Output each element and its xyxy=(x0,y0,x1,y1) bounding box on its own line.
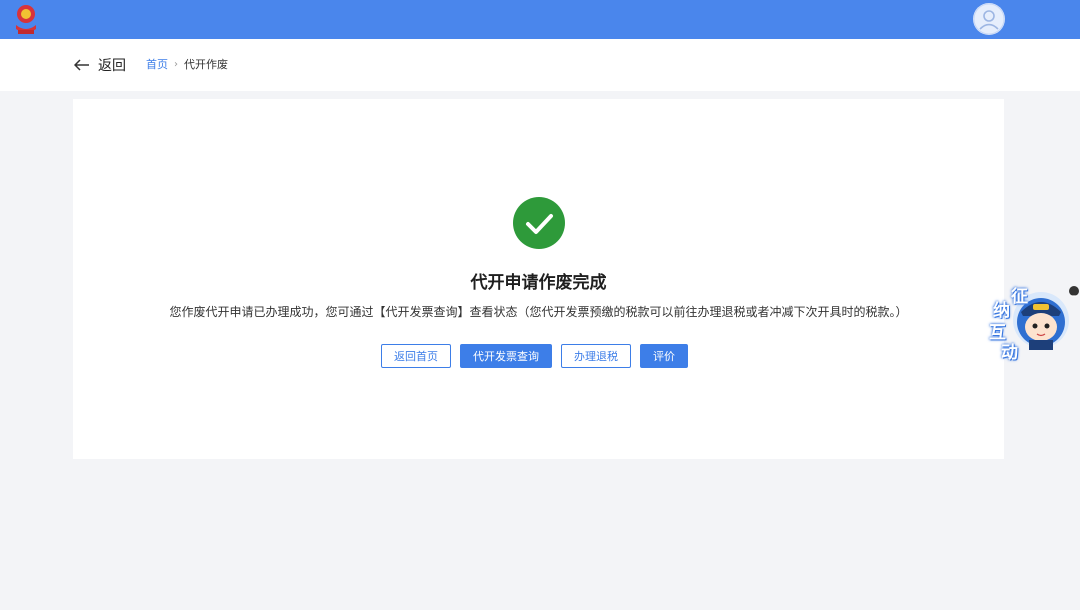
arrow-left-icon xyxy=(73,56,90,75)
top-header-bar xyxy=(0,0,1080,39)
result-actions: 返回首页 代开发票查询 办理退税 评价 xyxy=(381,344,688,368)
invoice-query-button[interactable]: 代开发票查询 xyxy=(460,344,552,368)
sub-navigation-bar: 返回 首页 › 代开作废 xyxy=(0,39,1080,91)
breadcrumb: 首页 › 代开作废 xyxy=(146,56,228,72)
back-home-button[interactable]: 返回首页 xyxy=(381,344,451,368)
breadcrumb-home-link[interactable]: 首页 xyxy=(146,56,168,72)
result-card: 代开申请作废完成 您作废代开申请已办理成功，您可通过【代开发票查询】查看状态（您… xyxy=(73,99,1004,459)
rate-button[interactable]: 评价 xyxy=(640,344,688,368)
back-label: 返回 xyxy=(98,58,126,74)
success-check-icon xyxy=(513,197,565,249)
widget-char-1: 征 xyxy=(1011,287,1028,307)
back-button[interactable]: 返回 xyxy=(73,54,126,76)
result-title: 代开申请作废完成 xyxy=(470,273,607,293)
chevron-right-icon: › xyxy=(174,58,178,70)
breadcrumb-current: 代开作废 xyxy=(184,58,228,71)
minimize-widget-button[interactable] xyxy=(1069,286,1079,297)
interactive-assistant-widget[interactable]: 征 纳 互 动 xyxy=(983,280,1075,363)
widget-char-4: 动 xyxy=(1001,343,1018,363)
tax-refund-button[interactable]: 办理退税 xyxy=(561,344,631,368)
tax-emblem-icon[interactable] xyxy=(12,3,40,35)
result-description: 您作废代开申请已办理成功，您可通过【代开发票查询】查看状态（您代开发票预缴的税款… xyxy=(169,305,908,319)
user-avatar-icon[interactable] xyxy=(973,3,1005,35)
